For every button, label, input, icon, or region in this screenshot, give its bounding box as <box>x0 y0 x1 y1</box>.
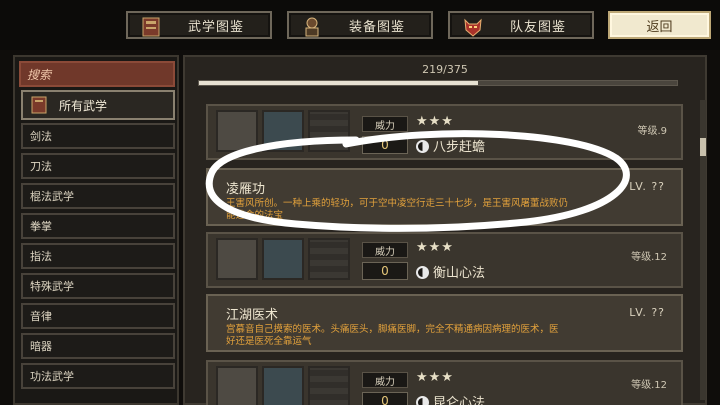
sidebar-item-fist[interactable]: 拳掌 <box>21 213 175 239</box>
list-item[interactable]: 江湖医术 宫慕音自己摸索的医术。头痛医头，脚痛医脚，完全不精通病因病理的医术，医… <box>206 294 683 352</box>
skill-name: 衡山心法 <box>416 262 485 281</box>
rating-stars: ★★★ <box>416 240 454 255</box>
tab-label: 武学图鉴 <box>187 19 244 35</box>
character-icon <box>262 238 304 280</box>
tab-label: 队友图鉴 <box>509 19 566 35</box>
sidebar-item-label: 指法 <box>30 250 52 263</box>
sidebar-item-staff[interactable]: 棍法武学 <box>21 183 175 209</box>
sidebar-item-all[interactable]: 所有武学 <box>21 90 175 120</box>
sidebar-item-label: 剑法 <box>30 130 52 143</box>
book-icon <box>216 238 258 280</box>
book-icon <box>142 17 160 37</box>
power-label: 威力 <box>362 372 408 388</box>
power-value: 0 <box>362 392 408 405</box>
skill-title: 江湖医术 <box>226 308 279 323</box>
level-label: 等级.12 <box>631 252 667 263</box>
character-icon <box>262 366 304 405</box>
tab-equipment-codex[interactable]: 装备图鉴 <box>287 11 433 39</box>
sidebar-item-music[interactable]: 音律 <box>21 303 175 329</box>
collection-count: 219/375 <box>422 63 468 76</box>
slot-icon <box>308 366 350 405</box>
search-header[interactable]: 搜索 <box>19 61 175 87</box>
yin-yang-icon <box>416 266 429 279</box>
level-unknown: LV. ?? <box>629 306 665 319</box>
list-item[interactable]: 威力 ★★★ 0 昆仑心法 等级.12 <box>206 360 683 405</box>
sidebar-item-label: 特殊武学 <box>30 280 74 293</box>
sidebar-item-label: 音律 <box>30 310 52 323</box>
collection-progress-bar <box>198 80 678 86</box>
sidebar-item-label: 刀法 <box>30 160 52 173</box>
power-label: 威力 <box>362 242 408 258</box>
level-label: 等级.9 <box>637 126 667 137</box>
power-value: 0 <box>362 262 408 280</box>
book-icon <box>31 96 47 114</box>
sidebar-item-label: 棍法武学 <box>30 190 74 203</box>
sidebar-item-label: 功法武学 <box>30 370 74 383</box>
highlight-circle-annotation <box>205 130 630 232</box>
rating-stars: ★★★ <box>416 370 454 385</box>
skill-name: 昆仑心法 <box>416 392 485 405</box>
sidebar-item-finger[interactable]: 指法 <box>21 243 175 269</box>
list-item[interactable]: 威力 ★★★ 0 衡山心法 等级.12 <box>206 232 683 288</box>
sidebar-item-label: 暗器 <box>30 340 52 353</box>
spear-icon <box>216 366 258 405</box>
sidebar-item-sword[interactable]: 剑法 <box>21 123 175 149</box>
sidebar-item-blade[interactable]: 刀法 <box>21 153 175 179</box>
tab-label: 装备图鉴 <box>348 19 405 35</box>
tab-martial-arts-codex[interactable]: 武学图鉴 <box>126 11 272 39</box>
sidebar-item-label: 所有武学 <box>59 98 108 113</box>
sidebar-item-hidden-weapon[interactable]: 暗器 <box>21 333 175 359</box>
sidebar-item-inner-art[interactable]: 功法武学 <box>21 363 175 389</box>
return-button[interactable]: 返回 <box>608 11 711 39</box>
top-tab-bar: 武学图鉴 装备图鉴 队友图鉴 返回 <box>0 0 720 50</box>
armor-icon <box>305 17 319 37</box>
sidebar-item-label: 拳掌 <box>30 220 52 233</box>
demon-mask-icon <box>464 18 482 37</box>
level-label: 等级.12 <box>631 380 667 391</box>
sidebar-item-special[interactable]: 特殊武学 <box>21 273 175 299</box>
list-scrollbar-thumb[interactable] <box>700 138 706 156</box>
tab-companion-codex[interactable]: 队友图鉴 <box>448 11 594 39</box>
yin-yang-icon <box>416 396 429 405</box>
category-sidebar: 搜索 所有武学 剑法 刀法 棍法武学 拳掌 指法 特殊武学 音律 暗器 功法武学 <box>13 55 179 405</box>
collection-progress-fill <box>199 81 479 85</box>
skill-description: 宫慕音自己摸索的医术。头痛医头，脚痛医脚，完全不精通病因病理的医术，医好还是医死… <box>226 324 559 347</box>
slot-icon <box>308 238 350 280</box>
